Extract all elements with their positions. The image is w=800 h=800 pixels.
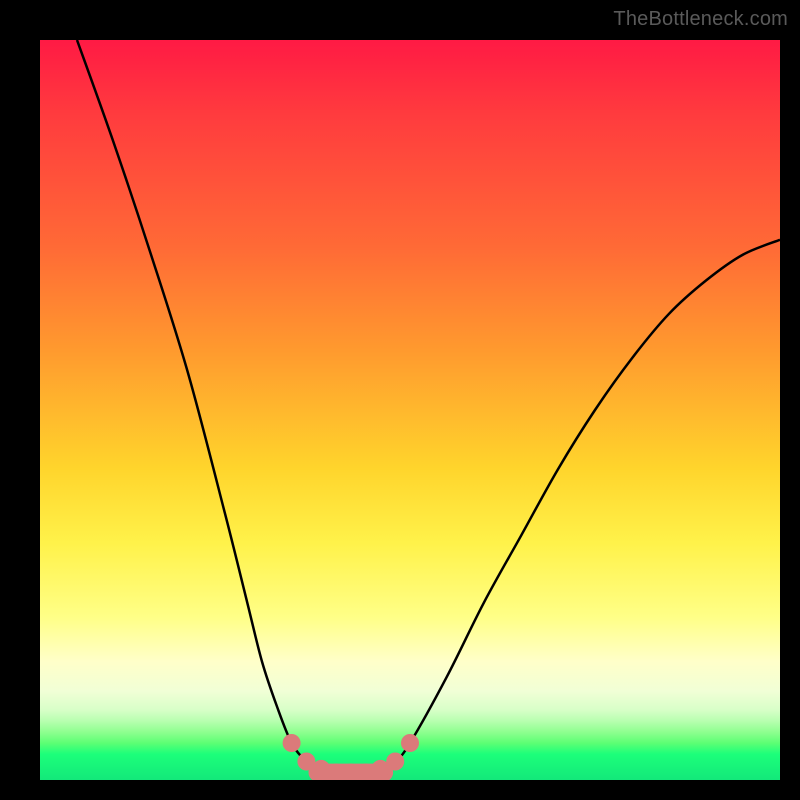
marker-point bbox=[283, 734, 301, 752]
plot-area bbox=[40, 40, 780, 780]
bottleneck-curve bbox=[77, 40, 780, 773]
marker-point bbox=[386, 753, 404, 771]
chart-svg bbox=[40, 40, 780, 780]
chart-frame: TheBottleneck.com bbox=[0, 0, 800, 800]
bottleneck-markers bbox=[283, 734, 419, 780]
marker-point bbox=[401, 734, 419, 752]
watermark-text: TheBottleneck.com bbox=[613, 8, 788, 31]
